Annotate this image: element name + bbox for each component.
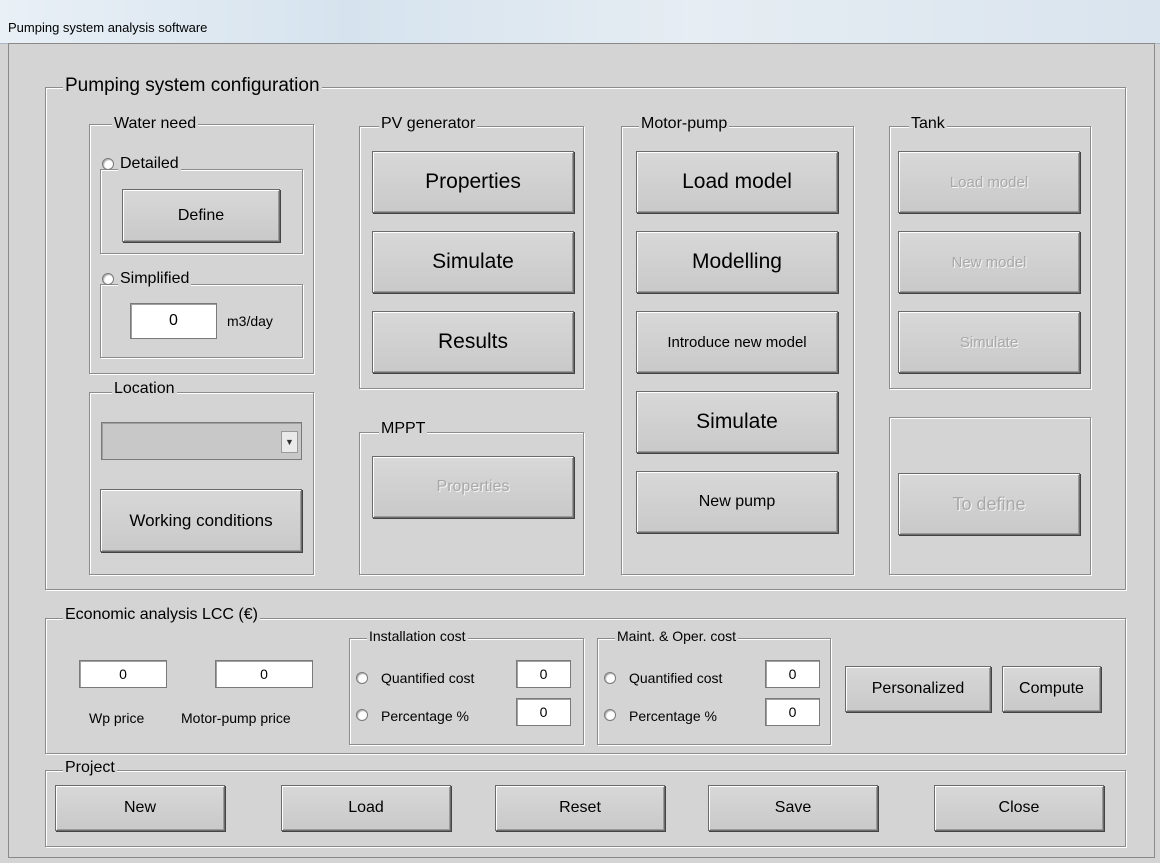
compute-button[interactable]: Compute <box>1002 666 1101 712</box>
maint-quantified-label[interactable]: Quantified cost <box>629 670 722 686</box>
installation-quantified-input[interactable]: 0 <box>516 660 571 688</box>
mppt-title: MPPT <box>379 420 428 437</box>
installation-percentage-label[interactable]: Percentage % <box>381 708 469 724</box>
water-need-title: Water need <box>112 115 199 132</box>
maint-cost-group <box>597 638 831 745</box>
pv-results-button[interactable]: Results <box>372 311 574 373</box>
new-pump-button[interactable]: New pump <box>636 471 838 533</box>
modelling-button[interactable]: Modelling <box>636 231 838 293</box>
mppt-properties-button[interactable]: Properties <box>372 456 574 518</box>
load-model-button[interactable]: Load model <box>636 151 838 213</box>
maint-percentage-radio[interactable] <box>604 709 616 721</box>
wp-price-label: Wp price <box>89 710 145 726</box>
installation-percentage-input[interactable]: 0 <box>516 698 571 726</box>
motor-pump-price-input[interactable]: 0 <box>215 660 313 688</box>
tank-title: Tank <box>909 115 947 132</box>
chevron-down-icon[interactable]: ▼ <box>281 431 298 453</box>
project-new-button[interactable]: New <box>55 785 225 831</box>
motor-pump-title: Motor-pump <box>639 115 730 132</box>
location-dropdown[interactable]: ▼ <box>101 422 302 460</box>
maint-quantified-input[interactable]: 0 <box>765 660 820 688</box>
client-area: Pumping system configuration Water need … <box>0 0 1160 863</box>
installation-cost-group <box>349 638 584 745</box>
maint-cost-title: Maint. & Oper. cost <box>615 628 739 644</box>
location-title: Location <box>112 380 177 397</box>
simplified-label[interactable]: Simplified <box>118 271 192 287</box>
project-close-button[interactable]: Close <box>934 785 1104 831</box>
tank-simulate-button[interactable]: Simulate <box>898 311 1080 373</box>
maint-percentage-input[interactable]: 0 <box>765 698 820 726</box>
detailed-label[interactable]: Detailed <box>118 156 181 172</box>
wp-price-input[interactable]: 0 <box>79 660 167 688</box>
water-volume-input[interactable]: 0 <box>130 303 217 339</box>
config-group-title: Pumping system configuration <box>63 75 322 96</box>
installation-quantified-radio[interactable] <box>356 672 368 684</box>
motor-pump-price-label: Motor-pump price <box>181 710 291 726</box>
project-load-button[interactable]: Load <box>281 785 451 831</box>
motor-pump-simulate-button[interactable]: Simulate <box>636 391 838 453</box>
installation-quantified-label[interactable]: Quantified cost <box>381 670 474 686</box>
tank-new-model-button[interactable]: New model <box>898 231 1080 293</box>
detailed-radio[interactable] <box>102 158 114 170</box>
pv-generator-title: PV generator <box>379 115 478 132</box>
installation-percentage-radio[interactable] <box>356 709 368 721</box>
water-volume-unit: m3/day <box>227 313 273 329</box>
economic-title: Economic analysis LCC (€) <box>63 606 260 623</box>
working-conditions-button[interactable]: Working conditions <box>100 489 302 552</box>
project-save-button[interactable]: Save <box>708 785 878 831</box>
installation-cost-title: Installation cost <box>367 628 468 644</box>
project-reset-button[interactable]: Reset <box>495 785 665 831</box>
maint-quantified-radio[interactable] <box>604 672 616 684</box>
pv-properties-button[interactable]: Properties <box>372 151 574 213</box>
define-button[interactable]: Define <box>122 189 280 242</box>
tank-load-model-button[interactable]: Load model <box>898 151 1080 213</box>
pv-simulate-button[interactable]: Simulate <box>372 231 574 293</box>
introduce-new-model-button[interactable]: Introduce new model <box>636 311 838 373</box>
personalized-button[interactable]: Personalized <box>845 666 991 712</box>
to-define-button[interactable]: To define <box>898 473 1080 535</box>
simplified-radio[interactable] <box>102 273 114 285</box>
maint-percentage-label[interactable]: Percentage % <box>629 708 717 724</box>
project-title: Project <box>63 759 117 776</box>
